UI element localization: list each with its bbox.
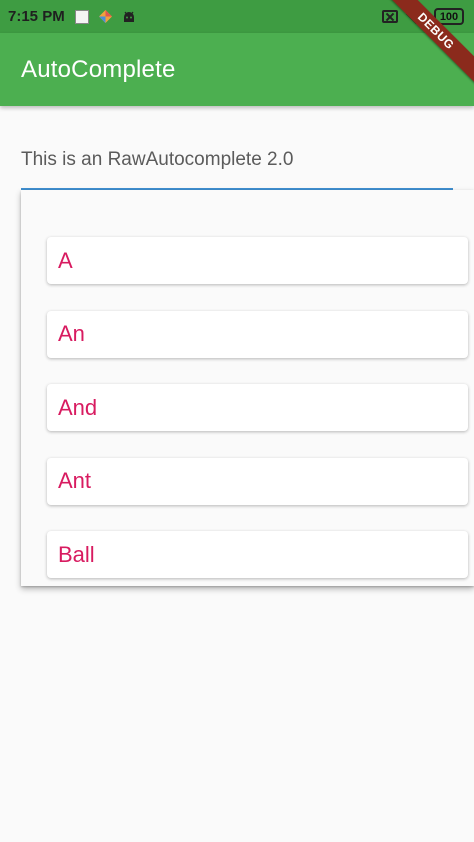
status-time: 7:15 PM xyxy=(8,8,65,25)
wifi-icon xyxy=(406,9,426,24)
status-bar: 7:15 PM 100 xyxy=(0,0,474,33)
option-list: A An And Ant Ball xyxy=(47,237,468,605)
page-title: AutoComplete xyxy=(21,55,176,83)
option-label: An xyxy=(58,321,85,346)
android-icon xyxy=(123,11,134,22)
no-sim-icon xyxy=(382,10,398,23)
option-label: Ant xyxy=(58,468,92,493)
app-bar: AutoComplete xyxy=(0,33,474,106)
autocomplete-input[interactable]: This is an RawAutocomplete 2.0 xyxy=(21,137,453,190)
autocomplete-input-value: This is an RawAutocomplete 2.0 xyxy=(21,149,294,170)
battery-icon: 100 xyxy=(434,8,464,25)
option-label: A xyxy=(58,247,73,273)
status-left: 7:15 PM xyxy=(8,8,136,25)
screen: 7:15 PM 100 AutoComplete DEBUG This is a… xyxy=(0,0,474,842)
kite-icon xyxy=(98,10,112,23)
option-item[interactable]: Ant xyxy=(47,457,468,505)
option-item[interactable]: An xyxy=(47,310,468,358)
status-right: 100 xyxy=(382,8,464,25)
option-label: And xyxy=(58,394,98,420)
document-icon xyxy=(74,9,89,24)
option-label: Ball xyxy=(58,541,95,567)
option-item[interactable]: Ball xyxy=(47,531,468,578)
option-item[interactable]: And xyxy=(47,384,468,431)
autocomplete-options-panel: A An And Ant Ball xyxy=(21,190,474,586)
option-item[interactable]: A xyxy=(47,237,468,284)
